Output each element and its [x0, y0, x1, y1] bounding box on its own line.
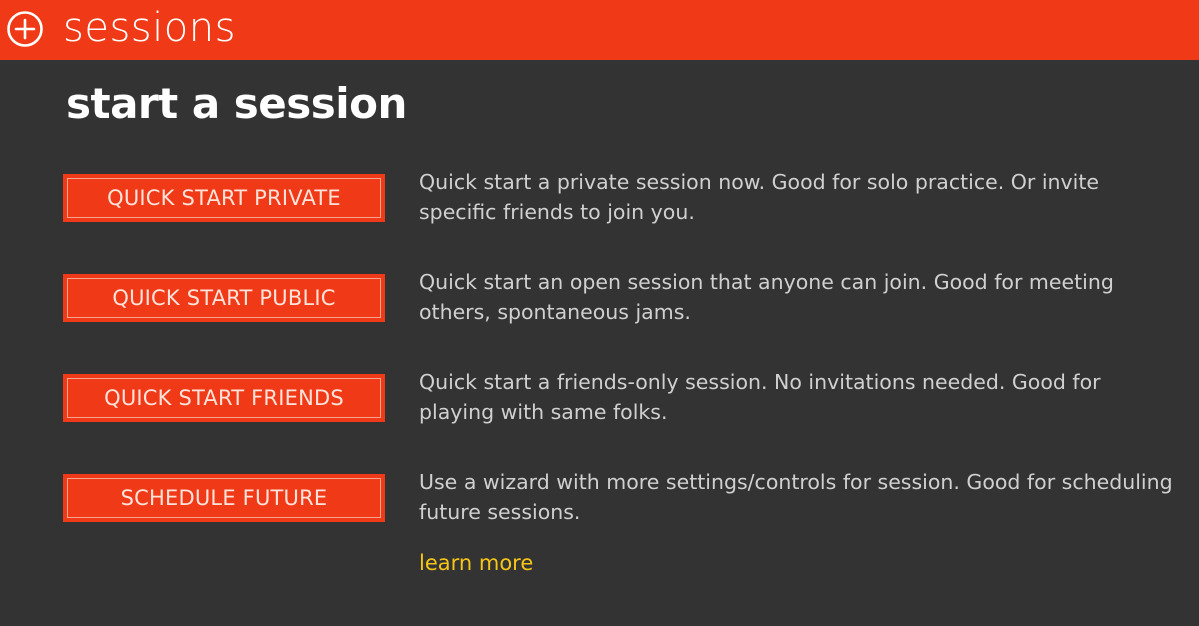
- header-title: sessions: [63, 5, 236, 51]
- schedule-future-description: Use a wizard with more settings/controls…: [419, 470, 1173, 524]
- quick-start-private-button[interactable]: QUICK START PRIVATE: [63, 174, 385, 222]
- page-header: sessions: [0, 0, 1199, 60]
- quick-start-friends-button[interactable]: QUICK START FRIENDS: [63, 374, 385, 422]
- quick-start-friends-label: QUICK START FRIENDS: [67, 378, 381, 418]
- page-title: start a session: [66, 79, 407, 128]
- quick-start-friends-description: Quick start a friends-only session. No i…: [419, 370, 1101, 424]
- schedule-future-label: SCHEDULE FUTURE: [67, 478, 381, 518]
- quick-start-public-label: QUICK START PUBLIC: [67, 278, 381, 318]
- quick-start-public-button[interactable]: QUICK START PUBLIC: [63, 274, 385, 322]
- plus-circle-icon[interactable]: [6, 10, 44, 48]
- quick-start-private-label: QUICK START PRIVATE: [67, 178, 381, 218]
- quick-start-private-description: Quick start a private session now. Good …: [419, 170, 1100, 224]
- schedule-future-button[interactable]: SCHEDULE FUTURE: [63, 474, 385, 522]
- quick-start-public-description: Quick start an open session that anyone …: [419, 270, 1114, 324]
- learn-more-link[interactable]: learn more: [419, 548, 533, 578]
